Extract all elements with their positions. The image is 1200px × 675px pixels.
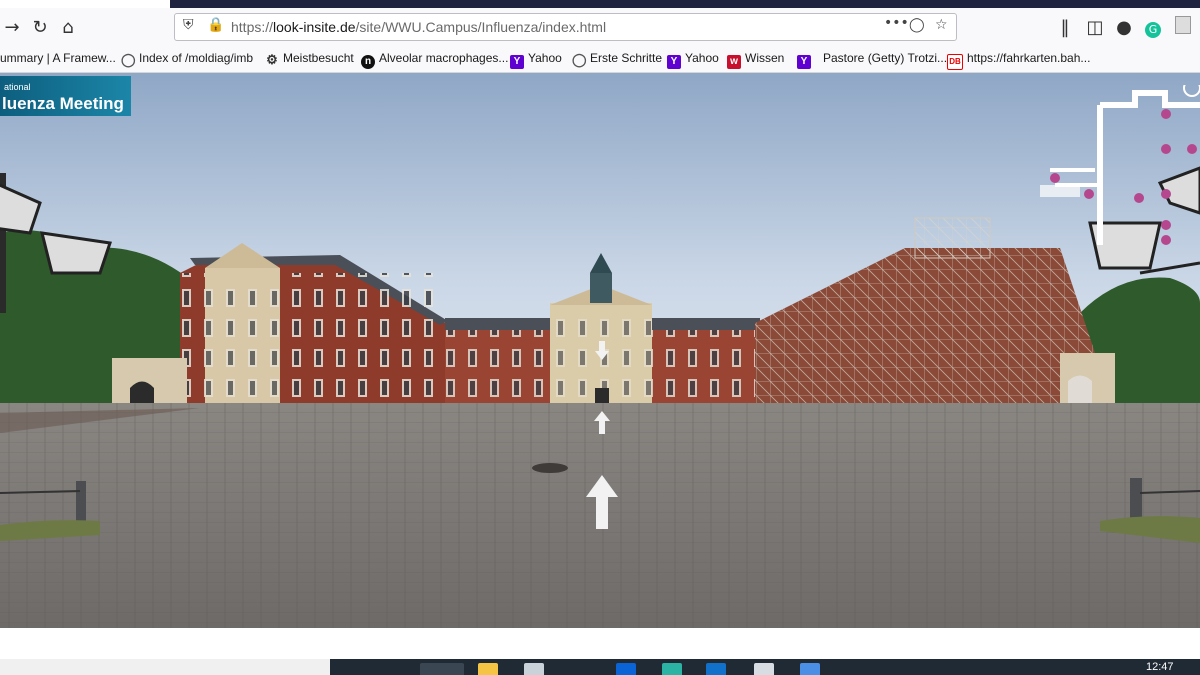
navigation-toolbar: → ↻ ⌂ ⛨ 🔒 https://look-insite.de/site/WW…: [0, 8, 1200, 46]
more-actions-icon[interactable]: •••: [884, 15, 909, 31]
account-icon[interactable]: ●: [1112, 16, 1136, 40]
yahoo-icon: Y: [510, 55, 524, 69]
globe-icon: ◯: [572, 52, 587, 67]
pocket-icon[interactable]: ◯: [909, 17, 925, 33]
bookmark-item[interactable]: n Alveolar macrophages...: [361, 51, 508, 69]
bookmark-item[interactable]: Y Yahoo: [667, 51, 719, 69]
taskbar-app-icon[interactable]: [524, 663, 544, 675]
map-hotspot[interactable]: [1161, 144, 1171, 154]
home-icon[interactable]: ⌂: [56, 16, 80, 40]
floor-plan-minimap[interactable]: [1040, 85, 1200, 255]
bookmark-item[interactable]: Y Pastore (Getty) Trotzi...: [797, 51, 947, 69]
map-hotspot[interactable]: [1161, 235, 1171, 245]
taskbar-app-icon[interactable]: [616, 663, 636, 675]
yahoo-icon: Y: [797, 55, 811, 69]
edge-icon[interactable]: [662, 663, 682, 675]
navigation-arrow-far-icon[interactable]: [594, 341, 610, 361]
taskbar-app-icon[interactable]: [420, 663, 464, 675]
bookmark-item[interactable]: w Wissen: [727, 51, 784, 69]
bookmark-favicon: n: [361, 55, 375, 69]
window-title-strip: [0, 0, 1200, 8]
navigation-arrow-forward-icon[interactable]: [584, 473, 620, 531]
influenza-meeting-logo[interactable]: ational luenza Meeting: [0, 76, 131, 116]
bookmark-item[interactable]: DB https://fahrkarten.bah...: [947, 51, 1090, 70]
zoom-icon[interactable]: [1183, 85, 1200, 97]
yahoo-icon: Y: [667, 55, 681, 69]
back-arrow-icon[interactable]: →: [0, 16, 24, 40]
taskbar-app-icon[interactable]: [706, 663, 726, 675]
bookmarks-toolbar: ummary | A Framew... ◯ Index of /moldiag/…: [0, 46, 1200, 73]
url-bar[interactable]: ⛨ 🔒 https://look-insite.de/site/WWU.Camp…: [174, 13, 957, 41]
map-hotspot[interactable]: [1161, 220, 1171, 230]
bookmark-item[interactable]: Y Yahoo: [510, 51, 562, 69]
taskbar-clock[interactable]: 12:47: [1146, 661, 1174, 673]
map-hotspot[interactable]: [1134, 193, 1144, 203]
bookmark-item[interactable]: ⚙ Meistbesucht: [265, 51, 354, 67]
db-icon: DB: [947, 54, 963, 70]
navigation-arrow-mid-icon[interactable]: [593, 411, 611, 435]
extension-icon[interactable]: [1171, 16, 1195, 40]
shield-icon[interactable]: ⛨: [183, 17, 194, 33]
map-hotspot[interactable]: [1050, 173, 1060, 183]
bookmark-item[interactable]: ◯ Erste Schritte: [572, 51, 662, 67]
panorama-viewer[interactable]: ational luenza Meeting: [0, 73, 1200, 628]
gear-icon: ⚙: [266, 52, 278, 67]
map-hotspot[interactable]: [1084, 189, 1094, 199]
url-text[interactable]: https://look-insite.de/site/WWU.Campus/I…: [231, 19, 606, 35]
globe-icon: ◯: [121, 52, 136, 67]
bookmark-favicon: w: [727, 55, 741, 69]
taskbar-app-icon[interactable]: [754, 663, 774, 675]
taskbar-search-box[interactable]: [0, 659, 330, 675]
sidebar-icon[interactable]: ◫: [1083, 16, 1107, 40]
bookmark-star-icon[interactable]: ☆: [935, 17, 948, 33]
map-hotspot[interactable]: [1187, 144, 1197, 154]
lock-icon[interactable]: 🔒: [207, 17, 224, 33]
map-hotspot[interactable]: [1161, 109, 1171, 119]
bookmark-item[interactable]: ummary | A Framew...: [0, 51, 116, 65]
windows-taskbar: 12:47: [0, 659, 1200, 675]
taskbar-app-icon[interactable]: [800, 663, 820, 675]
grammarly-icon[interactable]: G: [1141, 16, 1165, 40]
bookmark-item[interactable]: ◯ Index of /moldiag/imb: [121, 51, 253, 67]
file-explorer-icon[interactable]: [478, 663, 498, 675]
map-hotspot[interactable]: [1161, 189, 1171, 199]
reload-icon[interactable]: ↻: [28, 16, 52, 40]
library-icon[interactable]: ‖: [1053, 16, 1077, 40]
